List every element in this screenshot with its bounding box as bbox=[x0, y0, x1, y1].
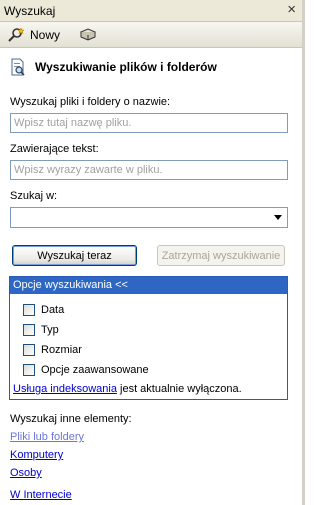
search-pane: Wyszukaj × Nowy Wyszukiwanie plików i fo… bbox=[0, 0, 305, 505]
stop-search-button[interactable]: Zatrzymaj wyszukiwanie bbox=[157, 245, 285, 266]
option-date[interactable]: Data bbox=[23, 304, 64, 316]
section-title: Wyszukiwanie plików i folderów bbox=[35, 60, 217, 74]
people-link[interactable]: Osoby bbox=[10, 467, 42, 479]
name-field-label: Wyszukaj pliki i foldery o nazwie: bbox=[10, 96, 171, 108]
search-options-header[interactable]: Opcje wyszukiwania << bbox=[10, 277, 287, 294]
containing-text-input[interactable]: Wpisz wyrazy zawarte w pliku. bbox=[10, 160, 288, 180]
computers-link[interactable]: Komputery bbox=[10, 449, 63, 461]
search-file-icon bbox=[10, 58, 26, 76]
text-field-label: Zawierające tekst: bbox=[10, 143, 99, 155]
indexing-service-link[interactable]: Usługa indeksowania bbox=[13, 383, 117, 395]
advanced-checkbox[interactable] bbox=[23, 364, 35, 376]
size-label: Rozmiar bbox=[41, 344, 82, 356]
new-search-icon bbox=[7, 27, 25, 43]
option-size[interactable]: Rozmiar bbox=[23, 344, 82, 356]
date-label: Data bbox=[41, 304, 65, 316]
search-now-button[interactable]: Wyszukaj teraz bbox=[12, 245, 137, 266]
file-name-input[interactable]: Wpisz tutaj nazwę pliku. bbox=[10, 113, 288, 133]
section-header: Wyszukiwanie plików i folderów bbox=[10, 58, 217, 76]
new-search-button[interactable]: Nowy bbox=[4, 25, 63, 45]
date-checkbox[interactable] bbox=[23, 304, 35, 316]
type-label: Typ bbox=[41, 324, 59, 336]
indexing-status: Usługa indeksowania jest aktualnie wyłąc… bbox=[13, 383, 242, 395]
search-companion-button[interactable] bbox=[76, 25, 100, 45]
pane-title: Wyszukaj bbox=[4, 4, 56, 18]
dropdown-arrow-icon[interactable] bbox=[274, 215, 282, 220]
new-search-label: Nowy bbox=[30, 28, 61, 42]
look-in-select[interactable] bbox=[10, 207, 288, 228]
other-items-label: Wyszukaj inne elementy: bbox=[10, 413, 132, 425]
files-folders-link[interactable]: Pliki lub foldery bbox=[10, 431, 84, 443]
toolbar: Nowy bbox=[0, 22, 302, 48]
advanced-label: Opcje zaawansowane bbox=[41, 364, 149, 376]
option-type[interactable]: Typ bbox=[23, 324, 59, 336]
look-in-label: Szukaj w: bbox=[10, 190, 58, 202]
type-checkbox[interactable] bbox=[23, 324, 35, 336]
close-icon[interactable]: × bbox=[287, 1, 296, 18]
indexing-status-text: jest aktualnie wyłączona. bbox=[116, 383, 242, 395]
book-icon bbox=[79, 27, 97, 43]
pane-titlebar: Wyszukaj × bbox=[0, 0, 302, 22]
option-advanced[interactable]: Opcje zaawansowane bbox=[23, 364, 149, 376]
search-options-panel: Opcje wyszukiwania << Data Typ Rozmiar O… bbox=[9, 276, 288, 400]
internet-link[interactable]: W Internecie bbox=[10, 489, 72, 501]
size-checkbox[interactable] bbox=[23, 344, 35, 356]
